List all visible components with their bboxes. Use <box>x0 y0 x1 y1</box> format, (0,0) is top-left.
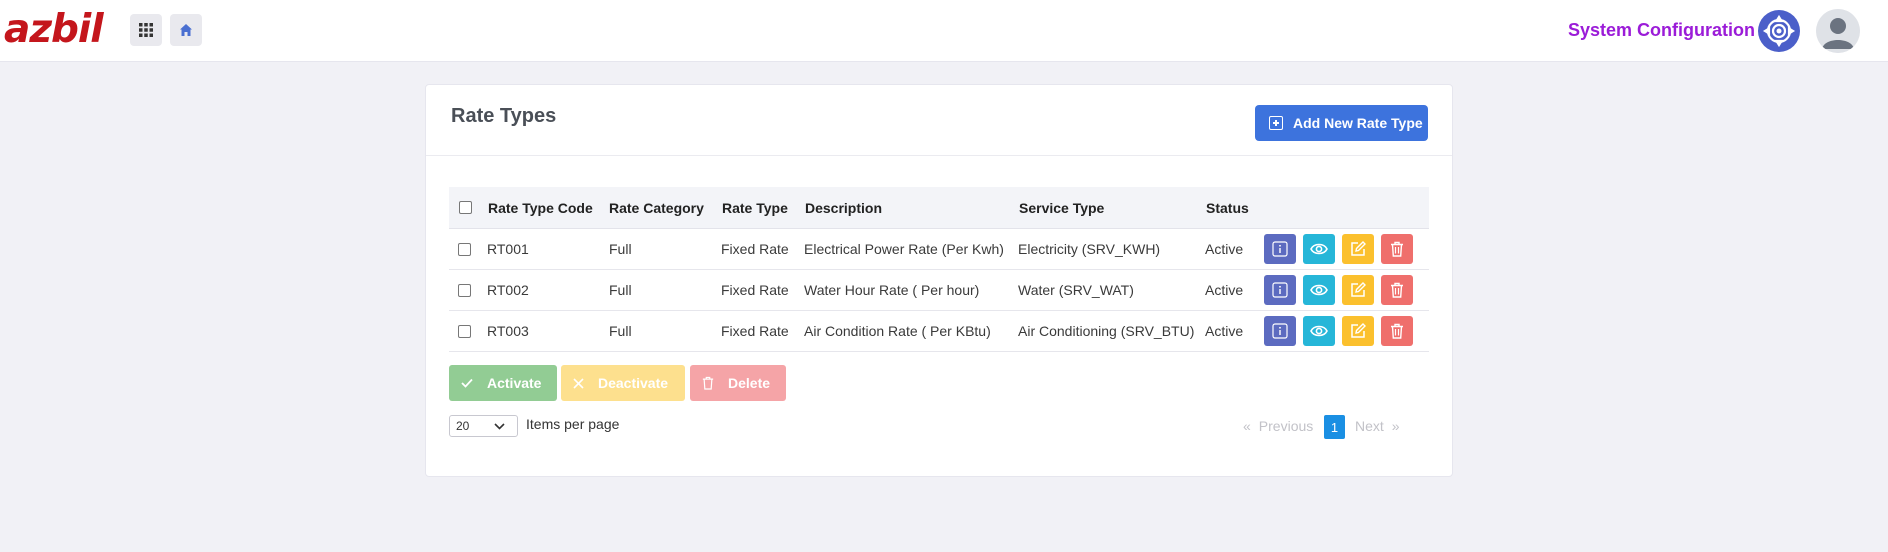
info-button[interactable] <box>1264 275 1296 305</box>
apps-menu-button[interactable] <box>130 14 162 46</box>
double-right-icon: » <box>1391 418 1400 434</box>
plus-icon <box>1269 116 1283 130</box>
eye-icon <box>1310 325 1328 337</box>
delete-button[interactable] <box>1381 234 1413 264</box>
rate-category: Full <box>609 282 632 298</box>
delete-label: Delete <box>728 375 771 391</box>
select-all-cell <box>459 187 472 228</box>
system-configuration-title[interactable]: System Configuration <box>1568 20 1755 41</box>
rate-type-code: RT002 <box>487 282 529 298</box>
previous-label: Previous <box>1258 418 1314 434</box>
edit-button[interactable] <box>1342 234 1374 264</box>
table-row: RT002 Full Fixed Rate Water Hour Rate ( … <box>449 270 1429 311</box>
description: Electrical Power Rate (Per Kwh) <box>804 241 1004 257</box>
status: Active <box>1205 323 1244 339</box>
row-checkbox[interactable] <box>458 283 471 297</box>
edit-button[interactable] <box>1342 316 1374 346</box>
view-button[interactable] <box>1303 316 1335 346</box>
delete-button[interactable] <box>1381 275 1413 305</box>
trash-icon <box>702 376 714 390</box>
items-per-page-select[interactable]: 20 <box>449 415 518 437</box>
edit-icon <box>1351 282 1366 297</box>
row-checkbox[interactable] <box>458 324 471 338</box>
column-header-code[interactable]: Rate Type Code <box>488 187 593 228</box>
azbil-logo[interactable]: azbil <box>4 8 104 52</box>
card-header: Rate Types Add New Rate Type <box>426 85 1452 156</box>
info-button[interactable] <box>1264 316 1296 346</box>
rate-type-code: RT001 <box>487 241 529 257</box>
next-label: Next <box>1355 418 1384 434</box>
settings-button[interactable] <box>1757 9 1801 53</box>
page-title: Rate Types <box>451 105 557 127</box>
table-row: RT003 Full Fixed Rate Air Condition Rate… <box>449 311 1429 352</box>
description: Air Condition Rate ( Per KBtu) <box>804 323 991 339</box>
current-page[interactable]: 1 <box>1324 415 1345 439</box>
rate-type-code: RT003 <box>487 323 529 339</box>
eye-icon <box>1310 284 1328 296</box>
home-icon <box>180 24 192 36</box>
bulk-delete-button[interactable]: Delete <box>690 365 786 401</box>
check-icon <box>461 378 473 388</box>
view-button[interactable] <box>1303 234 1335 264</box>
add-new-rate-type-button[interactable]: Add New Rate Type <box>1255 105 1428 141</box>
row-checkbox-cell <box>458 311 471 351</box>
activate-button[interactable]: Activate <box>449 365 557 401</box>
chevron-down-icon <box>494 423 505 430</box>
items-per-page-value: 20 <box>456 419 470 433</box>
row-checkbox-cell <box>458 229 471 269</box>
rate-category: Full <box>609 323 632 339</box>
user-avatar-icon <box>1816 9 1860 53</box>
add-button-label: Add New Rate Type <box>1293 115 1423 131</box>
double-left-icon: « <box>1243 418 1251 434</box>
rate-types-card: Rate Types Add New Rate Type Rate Type C… <box>425 84 1453 477</box>
info-icon <box>1272 323 1288 339</box>
rate-type: Fixed Rate <box>721 323 789 339</box>
rate-type: Fixed Rate <box>721 241 789 257</box>
edit-button[interactable] <box>1342 275 1374 305</box>
eye-icon <box>1310 243 1328 255</box>
row-checkbox-cell <box>458 270 471 310</box>
service-type: Water (SRV_WAT) <box>1018 282 1134 298</box>
status: Active <box>1205 282 1244 298</box>
select-all-checkbox[interactable] <box>459 201 472 214</box>
info-icon <box>1272 282 1288 298</box>
deactivate-label: Deactivate <box>598 375 669 391</box>
description: Water Hour Rate ( Per hour) <box>804 282 980 298</box>
view-button[interactable] <box>1303 275 1335 305</box>
info-icon <box>1272 241 1288 257</box>
rate-type: Fixed Rate <box>721 282 789 298</box>
status: Active <box>1205 241 1244 257</box>
delete-button[interactable] <box>1381 316 1413 346</box>
service-type: Electricity (SRV_KWH) <box>1018 241 1161 257</box>
gear-icon <box>1758 10 1800 52</box>
trash-icon <box>1391 323 1403 339</box>
info-button[interactable] <box>1264 234 1296 264</box>
deactivate-button[interactable]: Deactivate <box>561 365 685 401</box>
column-header-service-type[interactable]: Service Type <box>1019 187 1104 228</box>
table-row: RT001 Full Fixed Rate Electrical Power R… <box>449 229 1429 270</box>
table-header: Rate Type Code Rate Category Rate Type D… <box>449 187 1429 229</box>
column-header-rate-type[interactable]: Rate Type <box>722 187 788 228</box>
rate-category: Full <box>609 241 632 257</box>
top-bar: azbil System Configuration <box>0 0 1888 62</box>
row-checkbox[interactable] <box>458 242 471 256</box>
home-button[interactable] <box>170 14 202 46</box>
user-avatar[interactable] <box>1816 9 1860 53</box>
column-header-category[interactable]: Rate Category <box>609 187 704 228</box>
grid-icon <box>139 23 153 37</box>
activate-label: Activate <box>487 375 542 391</box>
trash-icon <box>1391 282 1403 298</box>
trash-icon <box>1391 241 1403 257</box>
service-type: Air Conditioning (SRV_BTU) <box>1018 323 1195 339</box>
edit-icon <box>1351 323 1366 338</box>
column-header-status[interactable]: Status <box>1206 187 1249 228</box>
close-icon <box>573 377 584 389</box>
previous-page-button[interactable]: « Previous <box>1243 414 1313 438</box>
edit-icon <box>1351 241 1366 256</box>
next-page-button[interactable]: Next » <box>1355 414 1400 438</box>
items-per-page-label: Items per page <box>526 416 620 432</box>
column-header-description[interactable]: Description <box>805 187 882 228</box>
